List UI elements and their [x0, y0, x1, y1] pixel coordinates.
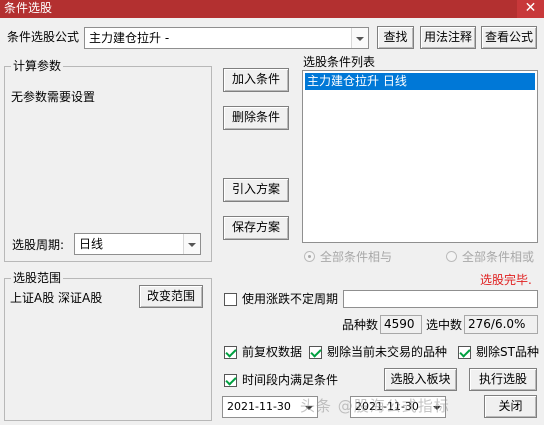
count-value: 4590 — [380, 315, 422, 334]
list-item[interactable]: 主力建仓拉升 日线 — [305, 73, 535, 90]
condition-list[interactable]: 主力建仓拉升 日线 — [302, 70, 538, 243]
usage-notes-button[interactable]: 用法注释 — [420, 26, 476, 49]
exclude-st-checkbox[interactable] — [458, 346, 471, 359]
variable-period-checkbox[interactable] — [224, 293, 237, 306]
period-value: 日线 — [79, 237, 104, 251]
and-label: 全部条件相与 — [320, 250, 393, 264]
start-date-value: 2021-11-30 — [227, 400, 291, 413]
forward-adjust-checkbox[interactable] — [224, 346, 237, 359]
variable-period-label: 使用涨跌不定周期 — [242, 292, 339, 306]
and-radio[interactable] — [304, 251, 315, 262]
delete-condition-button[interactable]: 删除条件 — [223, 106, 289, 130]
selected-label: 选中数 — [426, 318, 463, 332]
close-icon[interactable]: ✕ — [517, 0, 544, 18]
range-value: 上证A股 深证A股 — [10, 291, 103, 305]
chevron-down-icon[interactable] — [351, 28, 368, 48]
execute-button[interactable]: 执行选股 — [469, 368, 537, 391]
count-label: 品种数 — [342, 318, 379, 332]
status-text: 选股完毕. — [480, 273, 532, 287]
title-bar: 条件选股 ✕ — [0, 0, 544, 18]
import-scheme-button[interactable]: 引入方案 — [223, 178, 289, 202]
or-label: 全部条件相或 — [462, 250, 535, 264]
exclude-untraded-label: 剔除当前未交易的品种 — [327, 345, 448, 359]
condition-list-label: 选股条件列表 — [303, 55, 376, 69]
watermark: 头条 @股海公式指标 — [300, 397, 450, 415]
to-block-button[interactable]: 选股入板块 — [384, 368, 457, 391]
add-condition-button[interactable]: 加入条件 — [223, 68, 289, 92]
params-message: 无参数需要设置 — [11, 90, 96, 104]
exclude-st-label: 剔除ST品种 — [476, 345, 539, 359]
or-radio[interactable] — [446, 251, 457, 262]
save-scheme-button[interactable]: 保存方案 — [223, 216, 289, 240]
params-group-label: 计算参数 — [11, 59, 64, 74]
formula-select[interactable]: 主力建仓拉升 - — [84, 27, 369, 49]
selected-value: 276/6.0% — [464, 315, 538, 334]
range-group-label: 选股范围 — [11, 271, 64, 286]
exclude-untraded-checkbox[interactable] — [309, 346, 322, 359]
time-range-checkbox[interactable] — [224, 374, 237, 387]
window-title: 条件选股 — [4, 1, 53, 15]
time-range-label: 时间段内满足条件 — [242, 373, 339, 387]
period-label: 选股周期: — [12, 238, 65, 252]
variable-period-input[interactable] — [343, 290, 538, 308]
period-select[interactable]: 日线 — [74, 233, 201, 255]
forward-adjust-label: 前复权数据 — [242, 345, 303, 359]
chevron-down-icon[interactable] — [183, 234, 200, 254]
find-button[interactable]: 查找 — [377, 26, 414, 49]
formula-value: 主力建仓拉升 - — [89, 31, 170, 45]
close-button[interactable]: 关闭 — [484, 395, 537, 418]
formula-label: 条件选股公式 — [7, 30, 80, 44]
view-formula-button[interactable]: 查看公式 — [481, 26, 537, 49]
change-range-button[interactable]: 改变范围 — [139, 285, 203, 308]
